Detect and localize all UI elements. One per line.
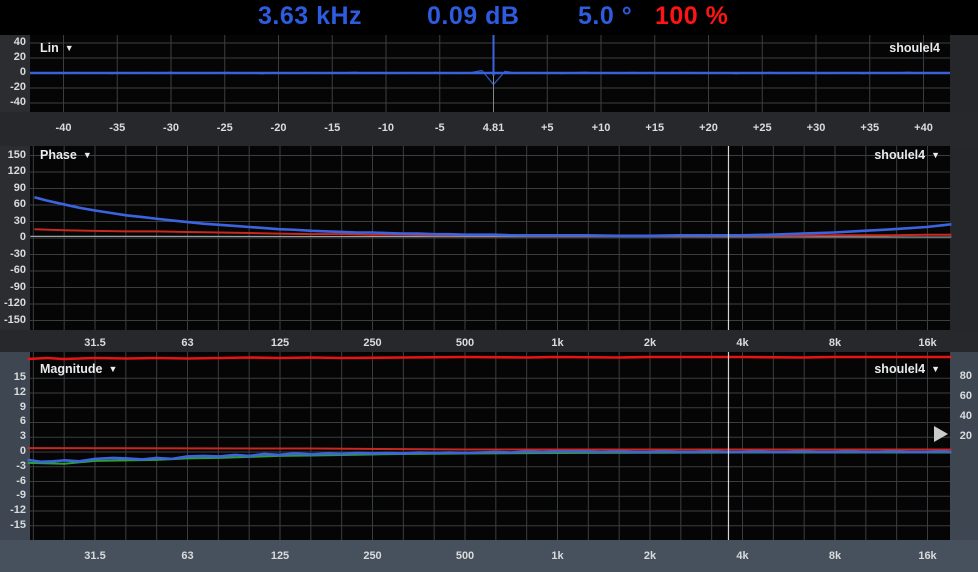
- mag-trace-name: shoulel4: [874, 362, 925, 376]
- dropdown-arrow-icon: ▼: [83, 149, 92, 161]
- ir-x-tick: -25: [217, 122, 233, 134]
- coherence-y-tick: 20: [952, 430, 972, 442]
- ir-x-tick: +25: [753, 122, 772, 134]
- ir-x-tick: -15: [324, 122, 340, 134]
- audio-analyzer-window: 3.63 kHz 0.09 dB 5.0 ° 100 % -40-35-30-2…: [0, 0, 978, 572]
- ir-x-tick: -10: [378, 122, 394, 134]
- mag-y-tick: -15: [0, 519, 26, 531]
- coherence-scale-pointer-icon[interactable]: [934, 426, 948, 442]
- mag-trace-selector[interactable]: shoulel4 ▼: [874, 362, 940, 376]
- mag-y-tick: -6: [0, 475, 26, 487]
- axis-tick-labels: -40-35-30-25-20-15-10-54.81+5+10+15+20+2…: [0, 0, 978, 572]
- phase-y-tick: 90: [0, 182, 26, 194]
- phase-y-tick: -30: [0, 248, 26, 260]
- mag-y-tick: 6: [0, 415, 26, 427]
- coherence-y-tick: 60: [952, 390, 972, 402]
- coherence-y-tick: 40: [952, 410, 972, 422]
- phase-panel-label: Phase: [40, 148, 77, 162]
- mag-x-tick: 2k: [644, 550, 656, 562]
- phase-x-tick: 250: [363, 337, 381, 349]
- phase-y-tick: -150: [0, 314, 26, 326]
- phase-y-tick: -60: [0, 264, 26, 276]
- phase-y-tick: 60: [0, 198, 26, 210]
- mag-y-tick: 3: [0, 430, 26, 442]
- ir-x-tick: +15: [645, 122, 664, 134]
- ir-x-tick: +5: [541, 122, 554, 134]
- ir-x-tick: +20: [699, 122, 718, 134]
- ir-x-tick: +35: [860, 122, 879, 134]
- ir-y-tick: 20: [0, 51, 26, 63]
- dropdown-arrow-icon: ▼: [109, 363, 118, 375]
- mag-y-tick: -12: [0, 504, 26, 516]
- phase-x-tick: 1k: [551, 337, 563, 349]
- ir-scale-dropdown[interactable]: Lin ▼: [40, 41, 74, 55]
- mag-panel-label: Magnitude: [40, 362, 103, 376]
- mag-x-tick: 125: [271, 550, 289, 562]
- ir-x-tick: 4.81: [483, 122, 504, 134]
- mag-y-tick: 9: [0, 401, 26, 413]
- phase-y-tick: 0: [0, 231, 26, 243]
- ir-y-tick: 0: [0, 66, 26, 78]
- ir-x-tick: -5: [435, 122, 445, 134]
- ir-x-tick: -20: [271, 122, 287, 134]
- mag-panel-dropdown[interactable]: Magnitude ▼: [40, 362, 117, 376]
- mag-x-tick: 4k: [736, 550, 748, 562]
- ir-x-tick: -40: [56, 122, 72, 134]
- phase-panel-dropdown[interactable]: Phase ▼: [40, 148, 92, 162]
- phase-y-tick: -90: [0, 281, 26, 293]
- ir-scale-label: Lin: [40, 41, 59, 55]
- ir-y-tick: -20: [0, 81, 26, 93]
- phase-x-tick: 31.5: [84, 337, 105, 349]
- phase-x-tick: 500: [456, 337, 474, 349]
- mag-x-tick: 250: [363, 550, 381, 562]
- phase-x-tick: 16k: [918, 337, 936, 349]
- mag-x-tick: 31.5: [84, 550, 105, 562]
- ir-x-tick: -35: [109, 122, 125, 134]
- ir-x-tick: -30: [163, 122, 179, 134]
- ir-x-tick: +40: [914, 122, 933, 134]
- ir-trace-selector[interactable]: shoulel4: [889, 41, 940, 55]
- phase-y-tick: 30: [0, 215, 26, 227]
- phase-trace-name: shoulel4: [874, 148, 925, 162]
- phase-y-tick: -120: [0, 297, 26, 309]
- phase-y-tick: 150: [0, 149, 26, 161]
- coherence-y-tick: 80: [952, 370, 972, 382]
- mag-y-tick: -3: [0, 460, 26, 472]
- mag-x-tick: 1k: [551, 550, 563, 562]
- phase-x-tick: 125: [271, 337, 289, 349]
- phase-x-tick: 2k: [644, 337, 656, 349]
- dropdown-arrow-icon: ▼: [65, 42, 74, 54]
- ir-x-tick: +30: [807, 122, 826, 134]
- mag-x-tick: 16k: [918, 550, 936, 562]
- ir-y-tick: 40: [0, 36, 26, 48]
- phase-x-tick: 63: [181, 337, 193, 349]
- mag-y-tick: 12: [0, 386, 26, 398]
- mag-x-tick: 500: [456, 550, 474, 562]
- ir-y-tick: -40: [0, 96, 26, 108]
- dropdown-arrow-icon: ▼: [931, 149, 940, 161]
- mag-x-tick: 63: [181, 550, 193, 562]
- phase-y-tick: 120: [0, 165, 26, 177]
- phase-x-tick: 8k: [829, 337, 841, 349]
- mag-y-tick: 0: [0, 445, 26, 457]
- dropdown-arrow-icon: ▼: [931, 363, 940, 375]
- mag-y-tick: 15: [0, 371, 26, 383]
- ir-x-tick: +10: [592, 122, 611, 134]
- mag-x-tick: 8k: [829, 550, 841, 562]
- phase-x-tick: 4k: [736, 337, 748, 349]
- phase-trace-selector[interactable]: shoulel4 ▼: [874, 148, 940, 162]
- ir-trace-name: shoulel4: [889, 41, 940, 55]
- mag-y-tick: -9: [0, 489, 26, 501]
